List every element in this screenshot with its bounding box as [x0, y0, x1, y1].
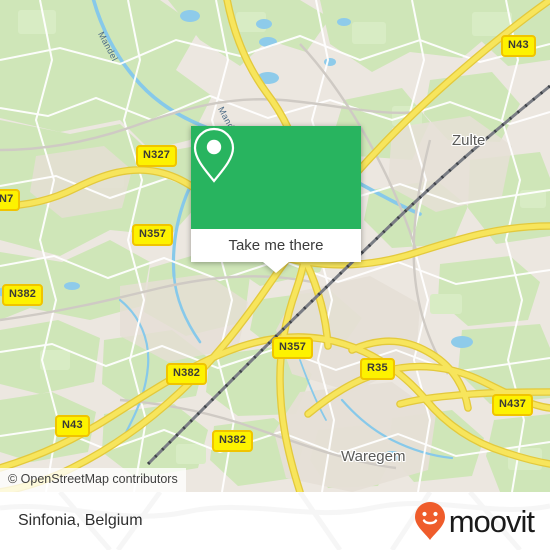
popup-action-panel[interactable]: Take me there	[191, 229, 361, 262]
road-shield-r35[interactable]: R35	[360, 358, 395, 380]
moovit-map-screenshot: Zulte Waregem Mandel Mandel N43 N327 N7 …	[0, 0, 550, 550]
osm-attribution[interactable]: © OpenStreetMap contributors	[0, 468, 186, 492]
map-canvas[interactable]: Zulte Waregem Mandel Mandel N43 N327 N7 …	[0, 0, 550, 492]
moovit-brand-logo[interactable]: moovit	[414, 501, 535, 541]
location-title: Sinfonia, Belgium	[18, 512, 143, 529]
road-shield-n382-mid[interactable]: N382	[166, 363, 208, 385]
road-shield-n7-clipped[interactable]: N7	[0, 189, 21, 211]
road-shield-n357-mid[interactable]: N357	[272, 337, 314, 359]
road-shield-n43-north[interactable]: N43	[501, 35, 536, 57]
popup-icon-panel	[191, 126, 361, 229]
take-me-there-popup[interactable]: Take me there	[191, 126, 361, 273]
map-pin-icon	[193, 127, 235, 183]
take-me-there-label: Take me there	[228, 237, 324, 254]
road-shield-n327[interactable]: N327	[136, 145, 178, 167]
road-shield-n382-south[interactable]: N382	[212, 430, 254, 452]
moovit-pin-smiley-icon	[414, 502, 445, 540]
popup-tail-pointer	[263, 262, 289, 273]
moovit-wordmark: moovit	[448, 503, 535, 539]
road-shield-n437[interactable]: N437	[492, 394, 534, 416]
road-shield-n357-west[interactable]: N357	[132, 224, 174, 246]
footer-bar: Sinfonia, Belgium moovit	[0, 492, 550, 550]
road-shield-n43-south[interactable]: N43	[55, 415, 90, 437]
road-shield-n382-west[interactable]: N382	[2, 284, 44, 306]
place-label-waregem: Waregem	[341, 448, 406, 465]
place-label-zulte: Zulte	[452, 132, 486, 149]
